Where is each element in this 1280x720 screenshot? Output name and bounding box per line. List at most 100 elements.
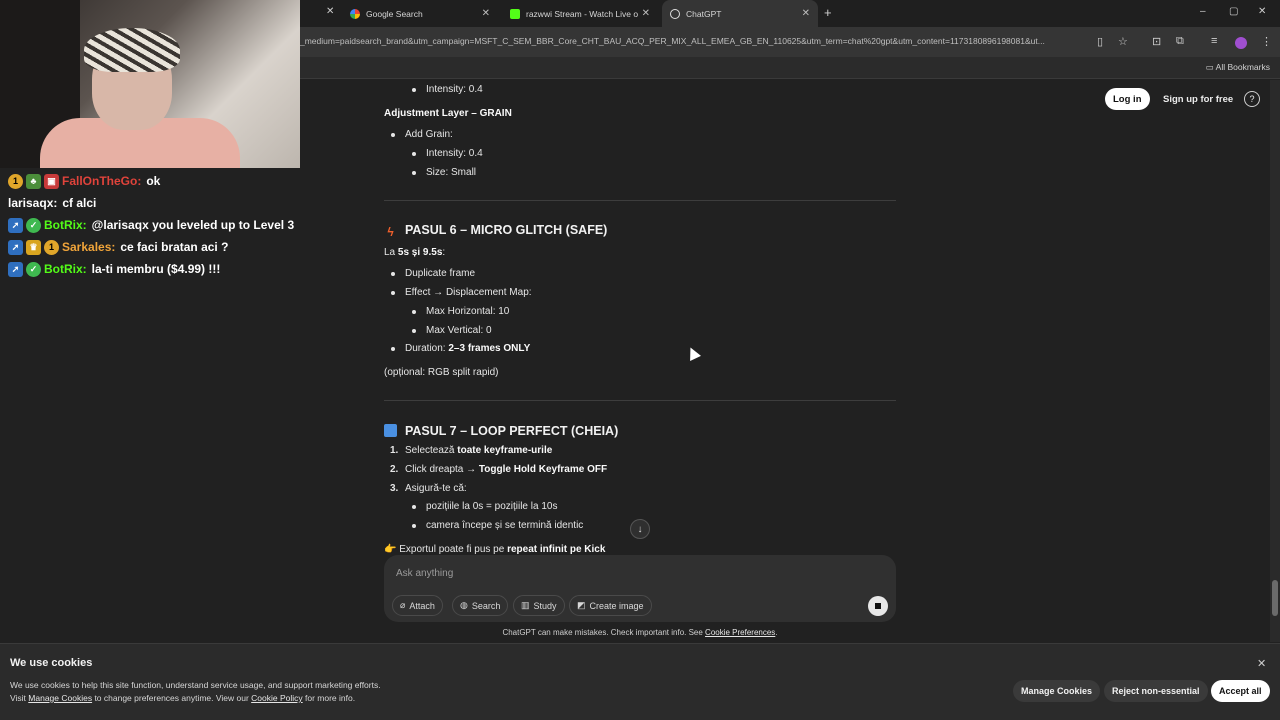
disclaimer: ChatGPT can make mistakes. Check importa… xyxy=(384,628,896,637)
arrow-badge-icon: ➚ xyxy=(8,261,23,277)
chat-text: cf alci xyxy=(62,196,97,210)
stop-button[interactable] xyxy=(868,596,888,616)
book-icon: ▥ xyxy=(521,600,530,610)
close-icon[interactable]: ✕ xyxy=(802,8,810,19)
chat-message: ➚ ✓ BotRix: la-ti membru ($4.99) !!! xyxy=(0,258,300,280)
manage-cookies-link[interactable]: Manage Cookies xyxy=(28,693,92,703)
list-item: camera începe și se termină identic xyxy=(411,520,584,531)
window-close-icon[interactable]: ✕ xyxy=(1258,6,1266,17)
attach-button[interactable]: ⌀ Attach xyxy=(392,595,443,616)
profile-avatar[interactable] xyxy=(1235,37,1247,49)
disclaimer-text: ChatGPT can make mistakes. Check importa… xyxy=(502,628,706,637)
paperclip-icon: ⌀ xyxy=(400,600,406,610)
tab-chatgpt[interactable]: ChatGPT ✕ xyxy=(662,0,818,27)
step6-time: 5s și 9.5s xyxy=(397,247,443,258)
step7-title: PASUL 7 – LOOP PERFECT (CHEIA) xyxy=(405,424,619,438)
attach-label: Attach xyxy=(409,600,435,611)
list-item: Click dreapta → Toggle Hold Keyframe OFF xyxy=(405,464,607,475)
list-item: Max Vertical: 0 xyxy=(412,325,492,336)
maximize-icon[interactable]: ▢ xyxy=(1229,6,1238,17)
all-bookmarks-label: All Bookmarks xyxy=(1215,62,1270,72)
cookie-policy-link[interactable]: Cookie Policy xyxy=(251,693,303,703)
coin-badge-icon: 1 xyxy=(8,173,23,189)
divider xyxy=(384,400,896,401)
new-tab-icon[interactable]: + xyxy=(824,5,832,20)
url-field[interactable]: _medium=paidsearch_brand&utm_campaign=MS… xyxy=(300,36,1090,46)
list-number: 1. xyxy=(390,445,399,456)
chat-message: ➚ ♛ 1 Sarkales: ce faci bratan aci ? xyxy=(0,236,300,258)
step-text: Click dreapta → xyxy=(405,464,479,475)
accept-all-button[interactable]: Accept all xyxy=(1211,680,1270,702)
cookie-preferences-link[interactable]: Cookie Preferences xyxy=(705,628,775,637)
close-icon[interactable]: ✕ xyxy=(642,8,650,19)
google-icon xyxy=(350,8,360,19)
grain-heading: Adjustment Layer – GRAIN xyxy=(384,108,512,119)
chat-text: @larisaqx you leveled up to Level 3 xyxy=(91,218,295,232)
chat-username: larisaqx: xyxy=(8,196,58,210)
cookie-line-2: Visit Manage Cookies to change preferenc… xyxy=(10,692,610,705)
minimize-icon[interactable]: – xyxy=(1200,6,1206,17)
chat-text: ok xyxy=(146,174,161,188)
close-icon[interactable]: ✕ xyxy=(482,8,490,19)
list-item: Effect → Displacement Map: xyxy=(391,287,532,298)
scrollbar[interactable] xyxy=(1270,80,1280,642)
coin-badge-icon: 1 xyxy=(44,239,59,255)
search-label: Search xyxy=(471,600,501,611)
tab-kick-stream[interactable]: razwwi Stream - Watch Live on Kick ✕ xyxy=(502,0,658,27)
chat-text: la-ti membru ($4.99) !!! xyxy=(91,262,221,276)
create-image-button[interactable]: ◩ Create image xyxy=(569,595,652,616)
reject-non-essential-button[interactable]: Reject non-essential xyxy=(1104,680,1208,702)
help-icon[interactable]: ? xyxy=(1244,91,1260,107)
tab-title: razwwi Stream - Watch Live on Kick xyxy=(526,8,638,19)
chat-message: 1 ♣ ▣ FallOnTheGo: ok xyxy=(0,170,300,192)
folder-icon: ▭ xyxy=(1205,62,1216,72)
chat-message: larisaqx: cf alci xyxy=(0,192,300,214)
menu-icon[interactable]: ⋮ xyxy=(1261,35,1272,48)
verified-badge-icon: ✓ xyxy=(26,261,41,277)
list-item: Duration: 2–3 frames ONLY xyxy=(390,343,530,354)
cookie-text-part: for more info. xyxy=(302,693,356,703)
extension-icon[interactable]: ⊡ xyxy=(1152,35,1161,48)
screen: ✕ Google Search ✕ razwwi Stream - Watch … xyxy=(0,0,1280,720)
star-icon[interactable]: ☆ xyxy=(1118,35,1128,48)
chat-message: ➚ ✓ BotRix: @larisaqx you leveled up to … xyxy=(0,214,300,236)
chatgpt-page: Log in Sign up for free ? Intensity: 0.4… xyxy=(300,80,1280,642)
lightning-icon: ϟ xyxy=(387,225,394,239)
signup-button[interactable]: Sign up for free xyxy=(1155,88,1241,110)
step6-heading: ϟ PASUL 6 – MICRO GLITCH (SAFE) xyxy=(384,223,608,239)
tab-close-icon[interactable]: ✕ xyxy=(326,6,334,17)
step7-heading: PASUL 7 – LOOP PERFECT (CHEIA) xyxy=(384,424,618,438)
login-button[interactable]: Log in xyxy=(1105,88,1150,110)
list-item: Intensity: 0.4 xyxy=(412,84,483,95)
study-button[interactable]: ▥ Study xyxy=(513,595,565,616)
scroll-down-icon[interactable]: ↓ xyxy=(630,519,650,539)
tab-google-search[interactable]: Google Search ✕ xyxy=(342,0,498,27)
cookie-text: We use cookies to help this site functio… xyxy=(10,679,610,705)
list-item: Selectează toate keyframe-urile xyxy=(405,445,552,456)
search-button[interactable]: ◍ Search xyxy=(452,595,509,616)
close-icon[interactable]: ✕ xyxy=(1257,657,1266,670)
globe-icon: ◍ xyxy=(460,600,468,610)
step6-title: PASUL 6 – MICRO GLITCH (SAFE) xyxy=(405,223,608,237)
export-note: 👉 Exportul poate fi pus pe repeat infini… xyxy=(384,544,605,555)
page-icon[interactable]: ▯ xyxy=(1097,35,1103,48)
list-item: pozițiile la 0s = pozițiile la 10s xyxy=(411,501,558,512)
tab-title: ChatGPT xyxy=(686,8,722,19)
list-item: Add Grain: xyxy=(391,129,453,140)
prompt-input[interactable] xyxy=(396,564,856,582)
export-text: 👉 Exportul poate fi pus pe xyxy=(384,544,508,555)
cookie-title: We use cookies xyxy=(10,657,93,669)
puzzle-icon[interactable]: ⧉ xyxy=(1176,35,1184,48)
list-item: Max Horizontal: 10 xyxy=(411,306,510,317)
chat-text: ce faci bratan aci ? xyxy=(120,240,229,254)
arrow-badge-icon: ➚ xyxy=(8,217,23,233)
composer: ⌀Attach ◍Search ▥Study ◩Create image xyxy=(384,555,896,622)
manage-cookies-button[interactable]: Manage Cookies xyxy=(1013,680,1101,702)
scrollbar-thumb[interactable] xyxy=(1272,580,1278,616)
list-item: Duplicate frame xyxy=(390,268,476,279)
list-item: Asigură-te că: xyxy=(405,483,467,494)
cookie-text-part: to change preferences anytime. View our xyxy=(92,693,252,703)
all-bookmarks[interactable]: ▭ All Bookmarks xyxy=(1206,62,1270,73)
chat-username: BotRix: xyxy=(44,218,87,232)
media-icon[interactable]: ≡ xyxy=(1211,35,1217,47)
